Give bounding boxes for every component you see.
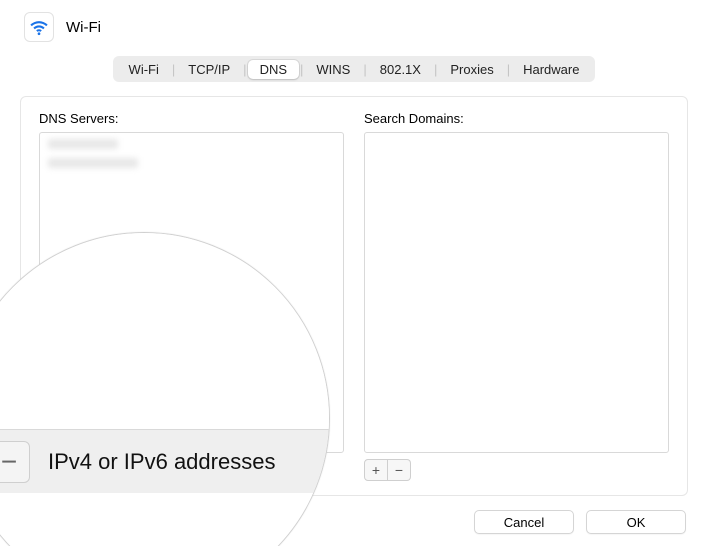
- add-search-domain-button[interactable]: +: [364, 459, 388, 481]
- tab-wins[interactable]: WINS: [304, 60, 362, 79]
- search-domains-column: Search Domains: + −: [364, 111, 669, 481]
- tab-separator: |: [242, 62, 247, 77]
- page-title: Wi-Fi: [66, 19, 101, 36]
- minus-icon: −: [395, 463, 403, 477]
- search-domains-list[interactable]: [364, 132, 669, 453]
- cancel-button-label: Cancel: [504, 515, 544, 530]
- wifi-icon: [24, 12, 54, 42]
- settings-tabs: Wi-Fi | TCP/IP | DNS | WINS | 802.1X | P…: [113, 56, 596, 82]
- tabs-row: Wi-Fi | TCP/IP | DNS | WINS | 802.1X | P…: [0, 56, 708, 82]
- dialog-footer: Cancel OK: [474, 510, 686, 534]
- dns-server-entry-redacted: [48, 158, 138, 168]
- magnifier-callout: + − IPv4 or IPv6 addresses: [0, 232, 330, 546]
- tab-dns[interactable]: DNS: [248, 60, 299, 79]
- tab-proxies[interactable]: Proxies: [438, 60, 505, 79]
- search-domains-label: Search Domains:: [364, 111, 669, 126]
- ok-button-label: OK: [627, 515, 646, 530]
- cancel-button[interactable]: Cancel: [474, 510, 574, 534]
- tab-8021x[interactable]: 802.1X: [368, 60, 433, 79]
- dns-servers-label: DNS Servers:: [39, 111, 344, 126]
- minus-icon: −: [1, 448, 17, 476]
- ok-button[interactable]: OK: [586, 510, 686, 534]
- tab-hardware[interactable]: Hardware: [511, 60, 591, 79]
- tab-separator: |: [362, 62, 367, 77]
- header: Wi-Fi: [0, 0, 708, 52]
- tab-tcpip[interactable]: TCP/IP: [176, 60, 242, 79]
- network-dns-settings-window: Wi-Fi Wi-Fi | TCP/IP | DNS | WINS | 802.…: [0, 0, 708, 546]
- remove-dns-server-button-zoom: −: [0, 441, 30, 483]
- dns-server-entry-redacted: [48, 139, 118, 149]
- remove-search-domain-button[interactable]: −: [388, 459, 411, 481]
- tab-wifi[interactable]: Wi-Fi: [117, 60, 171, 79]
- plus-icon: +: [372, 463, 380, 477]
- dns-hint-zoom: IPv4 or IPv6 addresses: [48, 449, 275, 475]
